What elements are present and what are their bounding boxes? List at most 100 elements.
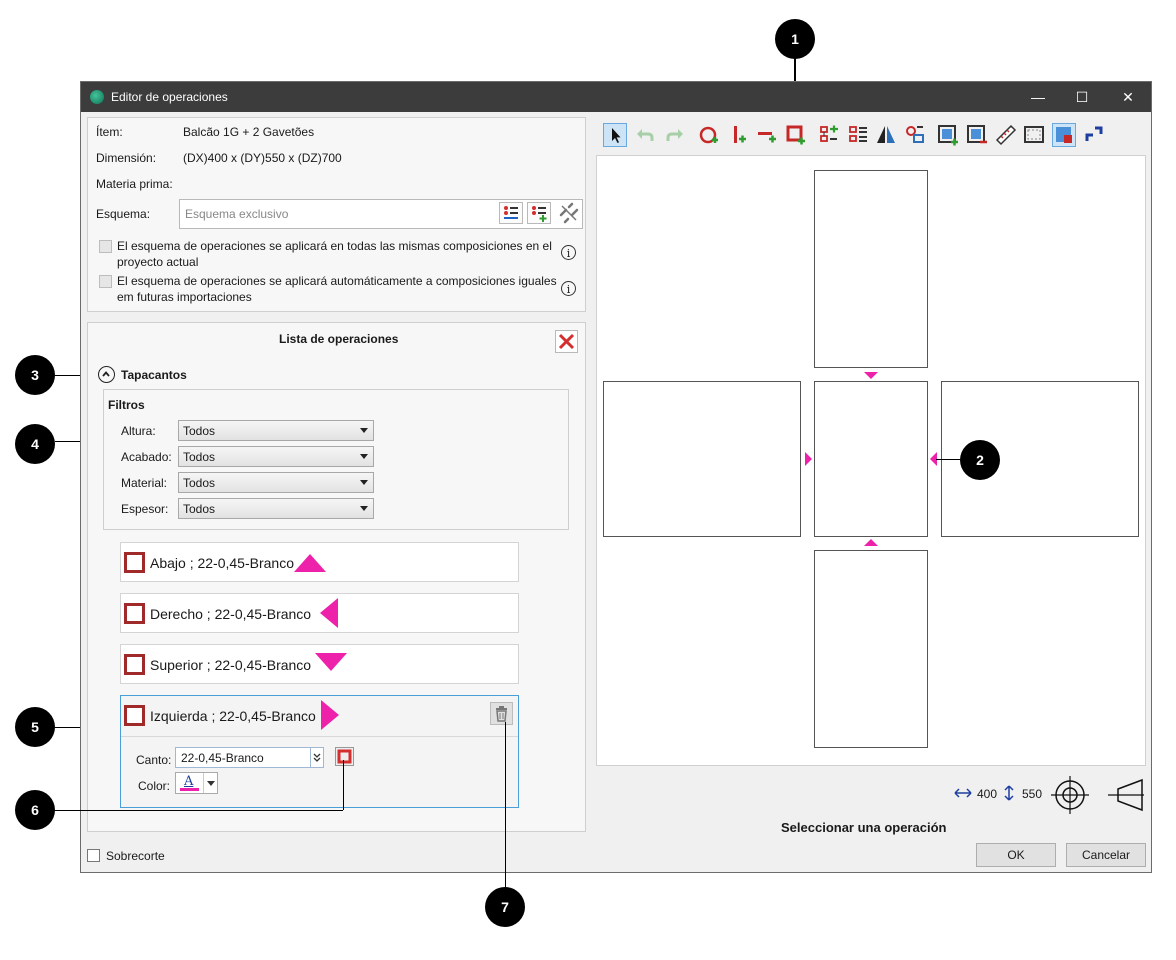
dimension-value: (DX)400 x (DY)550 x (DZ)700: [183, 151, 342, 165]
height-value: 550: [1022, 787, 1043, 801]
material-label: Materia prima:: [96, 177, 173, 191]
redo-button[interactable]: [663, 123, 687, 147]
add-rect-button[interactable]: [784, 123, 808, 147]
apply-current-project-line1: El esquema de operaciones se aplicará en…: [117, 239, 552, 253]
frame-icon: [1024, 126, 1044, 143]
list-add-icon: [532, 206, 547, 222]
list-numbered-button[interactable]: [846, 123, 870, 147]
triangle-left-icon: [320, 598, 338, 628]
operation-item-superior[interactable]: Superior ; 22-0,45-Branco: [120, 644, 519, 684]
add-list-button[interactable]: [817, 123, 841, 147]
list-icon: [504, 206, 518, 219]
canto-dropdown-button[interactable]: [310, 747, 324, 768]
operation-item-izquierda-expanded[interactable]: Izquierda ; 22-0,45-Branco Canto: 22-0,4…: [120, 695, 519, 808]
color-swatch: [180, 788, 199, 791]
remove-panel-button[interactable]: [965, 123, 989, 147]
ruler-icon: [995, 124, 1017, 146]
triangle-right-icon: [321, 700, 339, 730]
operation-checkbox[interactable]: [124, 603, 145, 624]
operation-checkbox[interactable]: [124, 654, 145, 675]
piece-bottom[interactable]: [814, 550, 928, 748]
piece-center[interactable]: [814, 381, 928, 537]
mirror-button[interactable]: [874, 123, 898, 147]
item-label: Ítem:: [96, 125, 123, 139]
edge-frame-icon: [337, 749, 352, 764]
piece-top[interactable]: [814, 170, 928, 368]
schema-list-button[interactable]: [499, 202, 523, 224]
rotate-icon: [1085, 126, 1103, 141]
double-chevron-down-icon: [313, 753, 321, 762]
apply-future-imports-checkbox[interactable]: [99, 275, 112, 288]
operation-checkbox[interactable]: [124, 552, 145, 573]
edge-marker-left[interactable]: [805, 452, 812, 466]
color-label: Color:: [138, 779, 171, 793]
filter-value: Todos: [183, 424, 216, 438]
close-window-button[interactable]: ✕: [1105, 82, 1151, 112]
delete-operation-button[interactable]: [490, 702, 513, 725]
oversize-checkbox[interactable]: [87, 849, 100, 862]
minimize-button[interactable]: —: [1015, 82, 1061, 112]
perspective-view-icon[interactable]: [1106, 777, 1146, 816]
callout-badge: 4: [15, 424, 55, 464]
operation-label: Superior ; 22-0,45-Branco: [150, 657, 312, 673]
add-horizontal-button[interactable]: [755, 123, 779, 147]
add-vertical-button[interactable]: [726, 123, 750, 147]
add-circle-button[interactable]: [697, 123, 721, 147]
operations-list-title: Lista de operaciones: [279, 332, 399, 346]
callout-badge: 2: [960, 440, 1000, 480]
ok-button[interactable]: OK: [976, 843, 1056, 867]
undo-button[interactable]: [633, 123, 657, 147]
dimension-label: Dimensión:: [96, 151, 157, 165]
dropdown-arrow-icon: [360, 480, 368, 485]
canto-edge-button[interactable]: [335, 747, 354, 766]
height-arrow-icon: [1003, 784, 1015, 805]
info-icon[interactable]: i: [561, 281, 576, 296]
color-picker-button[interactable]: A: [175, 772, 218, 794]
chevron-down-icon: [207, 781, 215, 786]
operation-item-abajo[interactable]: Abajo ; 22-0,45-Branco: [120, 542, 519, 582]
delete-all-button[interactable]: [555, 330, 578, 353]
filter-value: Todos: [183, 450, 216, 464]
filter-select-acabado[interactable]: Todos: [178, 446, 374, 467]
crosshair-icon[interactable]: [1051, 776, 1089, 817]
measure-button[interactable]: [994, 123, 1018, 147]
piece-left[interactable]: [603, 381, 801, 537]
cancel-button[interactable]: Cancelar: [1066, 843, 1146, 867]
canto-input[interactable]: 22-0,45-Branco: [175, 747, 311, 768]
filter-select-material[interactable]: Todos: [178, 472, 374, 493]
replace-button[interactable]: [903, 123, 927, 147]
add-panel-button[interactable]: [936, 123, 960, 147]
collapse-section-button[interactable]: [98, 366, 115, 383]
info-icon[interactable]: i: [561, 245, 576, 260]
dropdown-arrow-icon: [360, 428, 368, 433]
filter-select-altura[interactable]: Todos: [178, 420, 374, 441]
title-bar: Editor de operaciones — ☐ ✕: [81, 82, 1151, 112]
filter-label-altura: Altura:: [121, 424, 156, 438]
apply-current-project-checkbox[interactable]: [99, 240, 112, 253]
select-panel-button[interactable]: [1052, 123, 1076, 147]
callout-1-line: [794, 58, 796, 82]
operation-checkbox[interactable]: [124, 705, 145, 726]
edge-marker-top[interactable]: [864, 372, 878, 379]
operation-item-derecho[interactable]: Derecho ; 22-0,45-Branco: [120, 593, 519, 633]
callout-badge: 1: [775, 19, 815, 59]
redo-icon: [666, 129, 683, 141]
edge-marker-bottom[interactable]: [864, 539, 878, 546]
callout-6-line-h: [55, 810, 343, 811]
rotate-button[interactable]: [1082, 123, 1106, 147]
maximize-button[interactable]: ☐: [1059, 82, 1105, 112]
section-title-tapacantos[interactable]: Tapacantos: [121, 368, 187, 382]
frame-button[interactable]: [1022, 123, 1046, 147]
select-panel-icon: [1056, 127, 1072, 143]
operation-label: Derecho ; 22-0,45-Branco: [150, 606, 312, 622]
status-text: Seleccionar una operación: [781, 820, 947, 835]
replace-icon: [906, 126, 924, 143]
unlink-icon[interactable]: [558, 202, 580, 224]
window-title: Editor de operaciones: [111, 90, 228, 104]
schema-add-button[interactable]: [527, 202, 551, 224]
apply-future-imports-line2: em futuras importaciones: [117, 290, 252, 304]
filter-select-espesor[interactable]: Todos: [178, 498, 374, 519]
select-tool-button[interactable]: [603, 123, 627, 147]
mirror-icon: [877, 126, 895, 143]
undo-icon: [637, 129, 654, 141]
